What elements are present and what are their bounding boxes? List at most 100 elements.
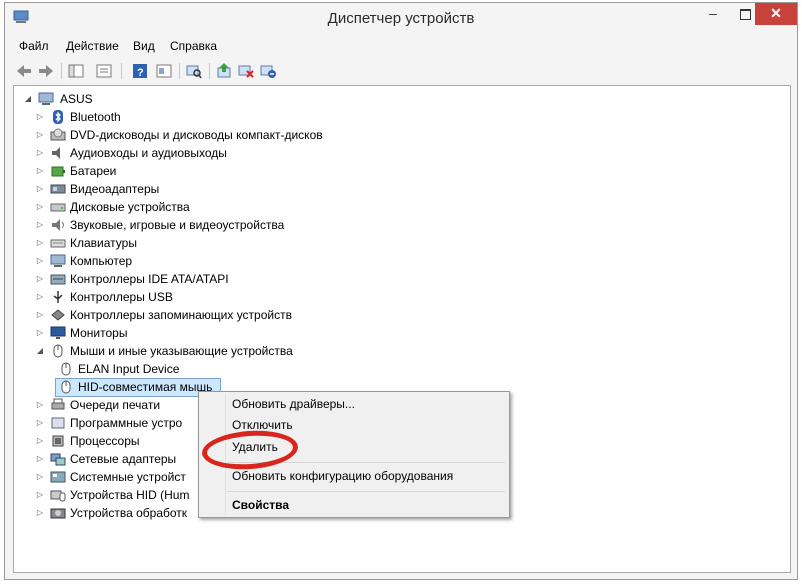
forward-icon[interactable] [37,62,55,80]
svg-text:?: ? [137,67,144,79]
close-button[interactable]: ✕ [755,3,797,25]
printer-icon [51,398,65,410]
device-manager-window: Диспетчер устройств – ✕ Файл Действие Ви… [4,2,798,580]
maximize-icon [739,8,751,20]
title-bar: Диспетчер устройств – ✕ [5,3,797,33]
audio-icon [52,147,60,159]
expand-arrow-icon[interactable]: ▷ [36,468,44,486]
expand-arrow-icon[interactable]: ▷ [36,396,44,414]
system-device-icon [50,471,66,483]
scan-hardware-icon[interactable] [185,62,203,80]
expand-arrow-icon[interactable]: ▷ [36,126,44,144]
expand-arrow-icon[interactable]: ▷ [36,234,44,252]
show-hide-tree-icon[interactable] [95,62,113,80]
expand-arrow-icon[interactable]: ▷ [36,144,44,162]
expand-arrow-icon[interactable]: ▷ [36,252,44,270]
tree-item-label: Мыши и иные указывающие устройства [70,344,293,358]
tree-item-label: Процессоры [70,434,140,448]
tree-item-label: Компьютер [70,254,133,268]
tree-item-label: Системные устройст [70,470,186,484]
uninstall-device-icon[interactable] [259,62,277,80]
tree-item-label: Контроллеры IDE ATA/ATAPI [70,272,229,286]
tree-item-label: Контроллеры запоминающих устройств [70,308,292,322]
properties-pane-icon[interactable] [67,62,85,80]
tree-item-label: Контроллеры USB [70,290,173,304]
disk-drive-icon [50,203,66,212]
expand-arrow-icon[interactable]: ▷ [36,270,44,288]
expand-arrow-icon[interactable]: ▷ [36,108,44,126]
network-icon [50,453,66,466]
collapse-arrow-icon[interactable]: ◢ [24,90,32,108]
bluetooth-icon [53,110,63,124]
tree-item-label: Сетевые адаптеры [70,452,177,466]
software-device-icon [51,417,65,429]
expand-arrow-icon[interactable]: ▷ [36,288,44,306]
minimize-button[interactable]: – [698,3,728,25]
mouse-icon [61,380,71,394]
tree-item-label: Клавиатуры [70,236,137,250]
help-icon[interactable]: ? [131,62,149,80]
collapse-arrow-icon[interactable]: ◢ [36,342,44,360]
imaging-icon [50,508,66,519]
window-title: Диспетчер устройств [327,10,475,27]
menu-help[interactable]: Справка [170,39,217,53]
mouse-icon [61,362,71,376]
close-icon: ✕ [770,5,782,21]
menu-view[interactable]: Вид [133,39,155,53]
disable-device-icon[interactable] [237,62,255,80]
minimize-icon: – [709,5,717,21]
tree-item-label: Очереди печати [70,398,161,412]
tree-item-label: Программные устро [70,416,183,430]
monitor-icon [50,326,66,339]
tree-item-label: Дисковые устройства [70,200,190,214]
expand-arrow-icon[interactable]: ▷ [36,216,44,234]
expand-arrow-icon[interactable]: ▷ [36,180,44,198]
menu-bar: Файл Действие Вид Справка [5,36,797,56]
expand-arrow-icon[interactable]: ▷ [36,324,44,342]
tree-root[interactable]: ◢ ASUS [24,90,224,108]
console-icon[interactable] [155,62,173,80]
expand-arrow-icon[interactable]: ▷ [36,162,44,180]
tree-item-label: Видеоадаптеры [70,182,160,196]
tree-item-label: ELAN Input Device [78,362,180,376]
storage-controller-icon [51,309,65,321]
ctx-separator [227,491,505,492]
expand-arrow-icon[interactable]: ▷ [36,450,44,468]
sound-icon [52,219,64,231]
ctx-properties[interactable]: Свойства [232,498,289,512]
expand-arrow-icon[interactable]: ▷ [36,486,44,504]
tree-item-label: Звуковые, игровые и видеоустройства [70,218,285,232]
tree-item-label: Устройства обработк [70,506,188,520]
computer-icon [50,254,66,267]
tree-item-label: Устройства HID (Hum [70,488,190,502]
tree-item-label: Батареи [70,164,117,178]
ctx-scan-hardware[interactable]: Обновить конфигурацию оборудования [232,469,453,483]
update-driver-icon[interactable] [215,62,233,80]
computer-icon [38,92,54,105]
expand-arrow-icon[interactable]: ▷ [36,432,44,450]
ide-controller-icon [50,274,66,285]
ctx-update-drivers[interactable]: Обновить драйверы... [232,397,355,411]
mouse-icon [53,344,63,358]
battery-icon [51,166,65,177]
processor-icon [52,435,64,447]
expand-arrow-icon[interactable]: ▷ [36,306,44,324]
menu-action[interactable]: Действие [66,39,119,53]
expand-arrow-icon[interactable]: ▷ [36,198,44,216]
keyboard-icon [50,239,66,248]
tree-item-label: Аудиовходы и аудиовыходы [70,146,227,160]
back-icon[interactable] [15,62,33,80]
tree-item-label: Bluetooth [70,110,121,124]
tree-item-label: HID-совместимая мышь [78,380,213,394]
tree-root-label: ASUS [60,92,93,106]
dvd-drive-icon [50,128,66,141]
tree-item-label: DVD-дисководы и дисководы компакт-дисков [70,128,323,142]
expand-arrow-icon[interactable]: ▷ [36,414,44,432]
expand-arrow-icon[interactable]: ▷ [36,504,44,522]
tree-item-label: Мониторы [70,326,128,340]
display-adapter-icon [50,184,66,194]
menu-file[interactable]: Файл [19,39,49,53]
toolbar: ? [5,58,797,84]
usb-icon [53,291,63,303]
hid-icon [50,490,66,502]
